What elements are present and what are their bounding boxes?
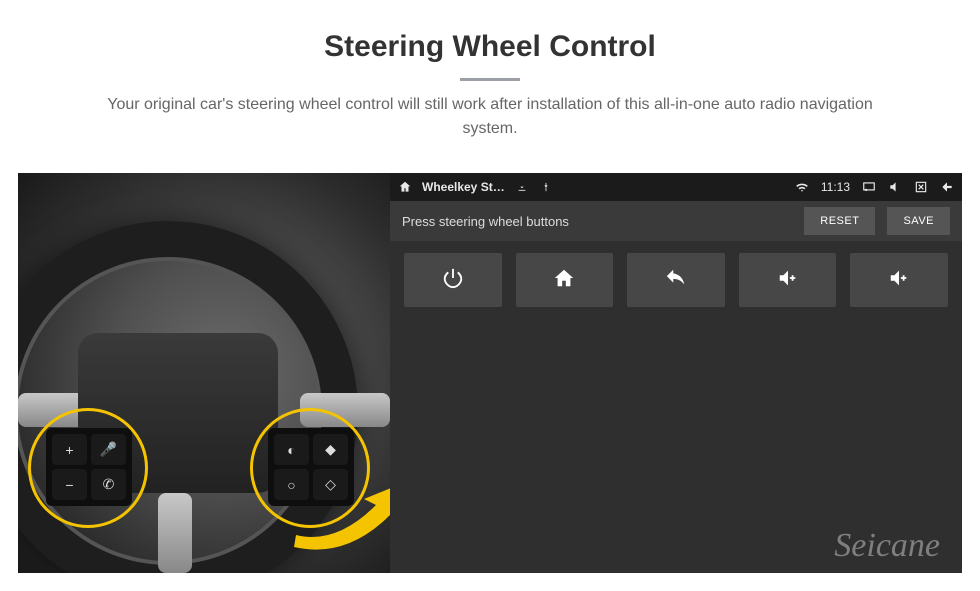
mute-icon[interactable] — [888, 180, 902, 194]
home-filled-icon — [553, 267, 575, 294]
cycle-icon: ◐ — [274, 434, 309, 465]
app-toolbar: Press steering wheel buttons RESET SAVE — [390, 201, 962, 241]
page-header: Steering Wheel Control Your original car… — [0, 0, 980, 151]
minus-icon: − — [52, 469, 87, 500]
volume-up-1-button[interactable] — [739, 253, 837, 307]
action-button-row — [390, 241, 962, 319]
status-bar-right: 11:13 — [795, 180, 954, 194]
steering-wheel-photo: + 🎤 − ✆ ◐ ◆ ○ ◇ — [18, 173, 390, 573]
content-row: + 🎤 − ✆ ◐ ◆ ○ ◇ Wheelkey St… — [18, 173, 962, 573]
cast-icon[interactable] — [862, 180, 876, 194]
home-button[interactable] — [516, 253, 614, 307]
status-app-label: Wheelkey St… — [422, 180, 505, 194]
head-unit-screen: Wheelkey St… 11:13 — [390, 173, 962, 573]
download-icon — [515, 180, 529, 194]
power-button[interactable] — [404, 253, 502, 307]
page-title: Steering Wheel Control — [40, 30, 940, 64]
status-time: 11:13 — [821, 180, 850, 194]
wifi-icon — [795, 180, 809, 194]
reset-button[interactable]: RESET — [804, 207, 875, 235]
wheel-button-pad-right: ◐ ◆ ○ ◇ — [268, 428, 354, 506]
usb-icon — [539, 180, 553, 194]
android-status-bar: Wheelkey St… 11:13 — [390, 173, 962, 201]
title-underline — [460, 78, 520, 81]
close-app-icon[interactable] — [914, 180, 928, 194]
circle-icon: ○ — [274, 469, 309, 500]
back-icon[interactable] — [940, 180, 954, 194]
plus-icon: + — [52, 434, 87, 465]
save-button[interactable]: SAVE — [887, 207, 950, 235]
status-bar-left: Wheelkey St… — [398, 180, 553, 194]
wheel-spoke-bottom — [158, 493, 192, 573]
brand-watermark: Seicane — [834, 527, 940, 565]
volume-plus-icon — [777, 267, 799, 294]
back-button[interactable] — [627, 253, 725, 307]
wheel-button-pad-left: + 🎤 − ✆ — [46, 428, 132, 506]
power-icon — [442, 267, 464, 294]
volume-up-2-button[interactable] — [850, 253, 948, 307]
diamond-outline-icon: ◇ — [313, 469, 348, 500]
diamond-icon: ◆ — [313, 434, 348, 465]
home-icon[interactable] — [398, 180, 412, 194]
toolbar-message: Press steering wheel buttons — [402, 214, 792, 229]
return-icon — [665, 267, 687, 294]
voice-icon: 🎤 — [91, 434, 126, 465]
phone-icon: ✆ — [91, 469, 126, 500]
page-description: Your original car's steering wheel contr… — [80, 93, 900, 141]
volume-plus-icon — [888, 267, 910, 294]
